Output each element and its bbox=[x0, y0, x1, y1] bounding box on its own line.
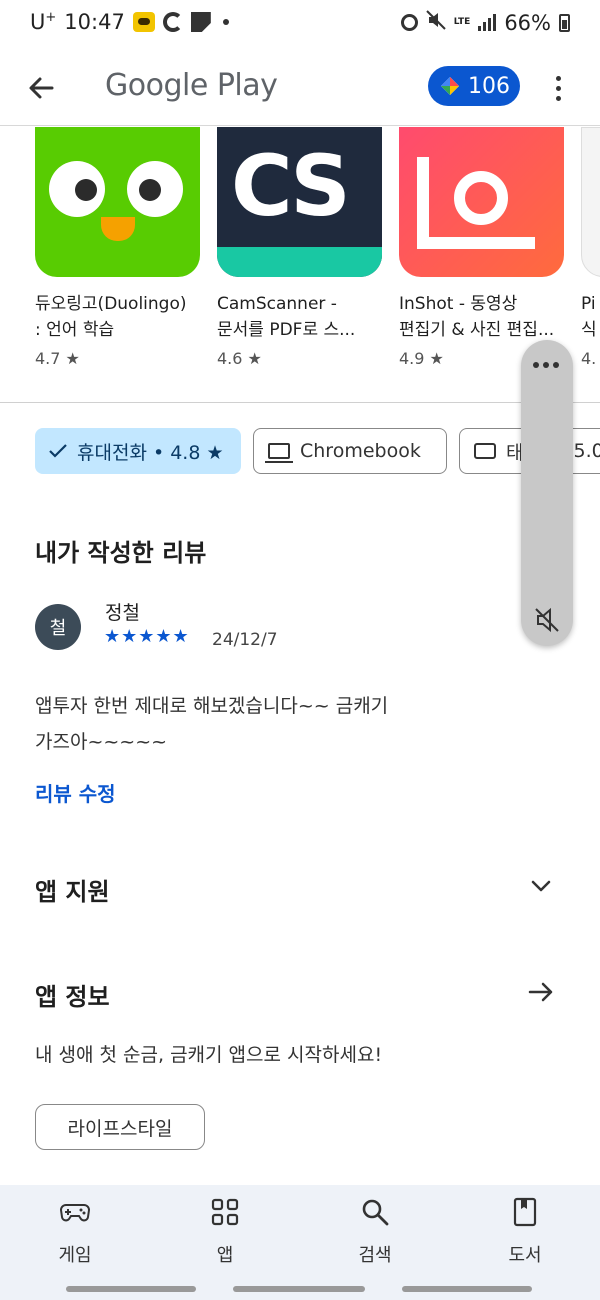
app-card-camscanner[interactable]: CS CamScanner - 문서를 PDF로 스... 4.6 ★ bbox=[217, 127, 387, 368]
review-text: 앱투자 한번 제대로 해보겠습니다~~ 금캐기 가즈아~~~~~ bbox=[35, 695, 389, 753]
play-points-count: 106 bbox=[468, 73, 510, 99]
chip-chromebook-label: Chromebook bbox=[300, 440, 421, 462]
app-info-heading[interactable]: 앱 정보 bbox=[35, 977, 110, 1012]
gamepad-icon bbox=[59, 1204, 91, 1222]
kakao-notification-icon bbox=[132, 12, 155, 32]
nav-apps[interactable]: 앱 bbox=[165, 1195, 285, 1267]
page-title: Google Play bbox=[105, 68, 278, 103]
status-left: U+ 10:47 bbox=[30, 10, 229, 34]
network-type-label: LTE bbox=[453, 17, 471, 27]
app-description: 내 생애 첫 순금, 금캐기 앱으로 시작하세요! bbox=[35, 1044, 383, 1066]
app-card-partial[interactable]: Pi 식 4. bbox=[581, 127, 600, 368]
app-name: CamScanner - 문서를 PDF로 스... bbox=[217, 294, 356, 340]
more-notifications-dot-icon bbox=[222, 19, 229, 25]
book-icon bbox=[513, 1197, 537, 1227]
category-tag-lifestyle[interactable]: 라이프스타일 bbox=[35, 1104, 205, 1150]
app-bar: Google Play 106 bbox=[0, 50, 600, 126]
more-options-button[interactable] bbox=[548, 68, 568, 108]
nav-label: 앱 bbox=[216, 1245, 234, 1266]
app-card-inshot[interactable]: InShot - 동영상 편집기 & 사진 편집... 4.9 ★ bbox=[399, 127, 569, 368]
app-name: 듀오링고(Duolingo): 언어 학습 bbox=[35, 294, 187, 340]
chip-tablet-rating: 5.0 bbox=[573, 440, 600, 462]
gesture-bar-right bbox=[402, 1286, 532, 1292]
battery-icon bbox=[559, 13, 570, 32]
play-points-icon bbox=[441, 77, 459, 95]
mute-status-icon bbox=[426, 10, 446, 35]
chip-phone[interactable]: 휴대전화 • 4.8 ★ bbox=[35, 428, 241, 474]
device-filter-chips: 휴대전화 • 4.8 ★ Chromebook 태 5.0 bbox=[0, 426, 600, 476]
note-notification-icon bbox=[190, 12, 211, 32]
apps-grid-icon bbox=[211, 1198, 239, 1226]
tablet-icon bbox=[474, 443, 496, 459]
laptop-icon bbox=[265, 443, 293, 463]
signal-icon bbox=[478, 14, 497, 31]
app-name: InShot - 동영상 편집기 & 사진 편집... bbox=[399, 294, 555, 340]
reviewer-name: 정철 bbox=[105, 602, 140, 624]
alarm-icon bbox=[400, 14, 418, 31]
gesture-bar-left bbox=[66, 1286, 196, 1292]
chip-chromebook[interactable]: Chromebook bbox=[253, 428, 447, 474]
volume-mute-icon[interactable] bbox=[533, 606, 561, 634]
nav-search[interactable]: 검색 bbox=[315, 1195, 435, 1267]
nav-games[interactable]: 게임 bbox=[15, 1195, 135, 1267]
app-card-duolingo[interactable]: 듀오링고(Duolingo): 언어 학습 4.7 ★ bbox=[35, 127, 205, 368]
battery-percent: 66% bbox=[504, 10, 551, 35]
inshot-app-icon bbox=[399, 127, 564, 277]
nav-label: 게임 bbox=[58, 1245, 92, 1266]
nav-label: 검색 bbox=[358, 1245, 392, 1266]
gesture-bar-center bbox=[233, 1286, 365, 1292]
app-rating: 4. bbox=[581, 349, 597, 368]
play-points-button[interactable]: 106 bbox=[428, 66, 520, 106]
avatar: 철 bbox=[35, 604, 81, 650]
review-date: 24/12/7 bbox=[212, 630, 278, 650]
carrier-label: U+ bbox=[30, 10, 57, 34]
arrow-left-icon bbox=[29, 77, 54, 99]
partial-app-icon bbox=[581, 127, 600, 277]
chevron-down-icon[interactable] bbox=[526, 871, 556, 901]
status-right: LTE 66% bbox=[400, 10, 570, 35]
search-icon bbox=[362, 1199, 389, 1226]
camscanner-app-icon: CS bbox=[217, 127, 382, 277]
back-button[interactable] bbox=[22, 68, 62, 108]
duolingo-app-icon bbox=[35, 127, 200, 277]
floating-edge-panel[interactable] bbox=[521, 340, 573, 646]
app-support-heading[interactable]: 앱 지원 bbox=[35, 872, 110, 907]
clock: 10:47 bbox=[64, 10, 125, 34]
bottom-navigation: 게임 앱 검색 도서 bbox=[0, 1185, 600, 1300]
status-bar: U+ 10:47 LTE 66% bbox=[0, 0, 600, 50]
nav-label: 도서 bbox=[508, 1245, 542, 1266]
app-name: Pi 식 bbox=[581, 294, 597, 340]
edit-review-link[interactable]: 리뷰 수정 bbox=[35, 778, 116, 807]
checkmark-icon bbox=[49, 444, 67, 458]
nav-books[interactable]: 도서 bbox=[465, 1195, 585, 1267]
samsung-notification-icon bbox=[162, 12, 183, 32]
app-rating: 4.7 ★ bbox=[35, 349, 80, 368]
app-rating: 4.6 ★ bbox=[217, 349, 262, 368]
similar-apps-carousel[interactable]: 듀오링고(Duolingo): 언어 학습 4.7 ★ CS CamScanne… bbox=[0, 127, 600, 403]
star-rating: ★★★★★ bbox=[104, 626, 190, 647]
panel-more-icon[interactable] bbox=[533, 362, 559, 368]
chip-phone-label: 휴대전화 • 4.8 ★ bbox=[77, 441, 224, 464]
my-review-heading: 내가 작성한 리뷰 bbox=[35, 539, 207, 567]
arrow-right-icon[interactable] bbox=[526, 977, 556, 1007]
